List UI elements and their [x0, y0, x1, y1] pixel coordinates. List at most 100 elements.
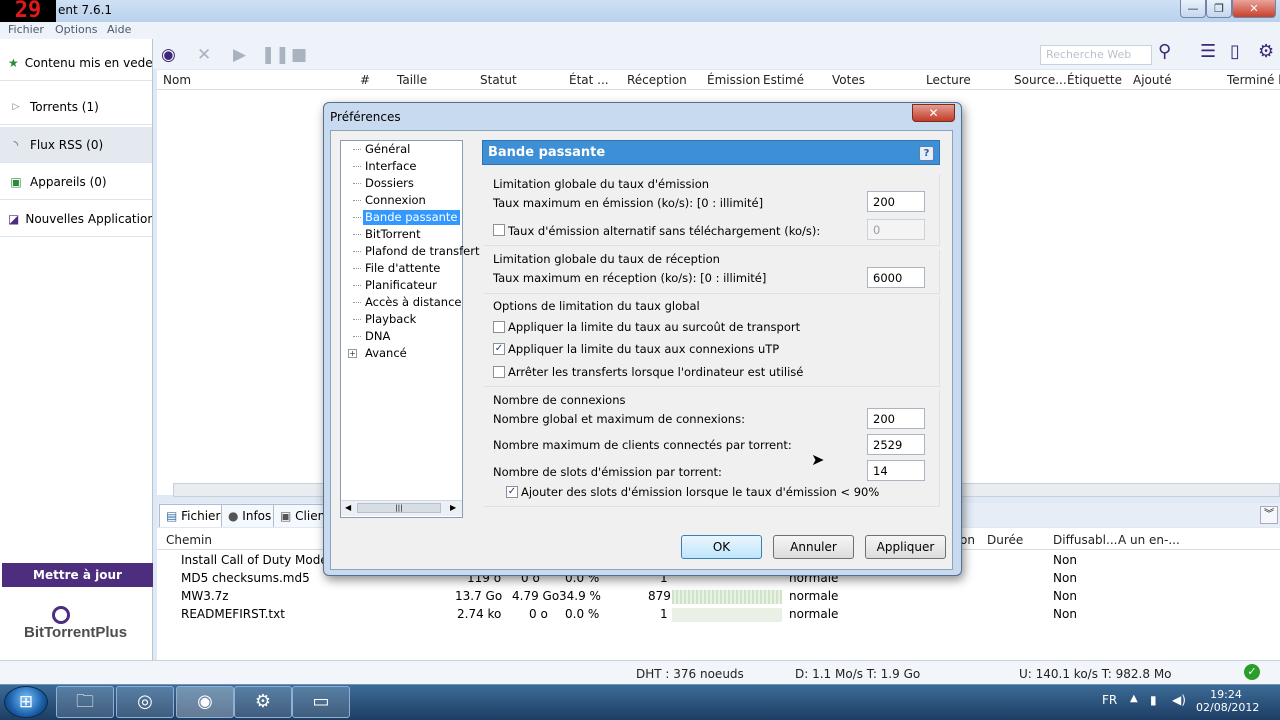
- col-path[interactable]: Chemin: [166, 533, 212, 547]
- start-icon[interactable]: ▶: [233, 45, 246, 65]
- scroll-left-icon[interactable]: ◀: [345, 503, 351, 512]
- col-download[interactable]: Réception: [627, 73, 687, 87]
- tab-info[interactable]: ● Infos: [221, 504, 279, 527]
- alt-upload-input[interactable]: 0: [867, 219, 925, 240]
- peers-per-torrent-input[interactable]: 2529: [867, 434, 925, 455]
- menu-fichier[interactable]: Fichier: [8, 23, 44, 36]
- chrome-taskbar-icon[interactable]: ◎: [116, 686, 174, 718]
- col-added[interactable]: Ajouté: [1133, 73, 1172, 87]
- stop-when-busy-checkbox[interactable]: [493, 366, 505, 378]
- max-upload-input[interactable]: 200: [867, 191, 925, 212]
- volume-icon[interactable]: ◀): [1172, 693, 1186, 707]
- minimize-button[interactable]: —: [1180, 0, 1206, 18]
- clock[interactable]: 19:24 02/08/2012: [1196, 688, 1259, 714]
- remove-icon[interactable]: ✕: [197, 45, 211, 65]
- device-view-icon[interactable]: ▯: [1230, 41, 1240, 62]
- col-status[interactable]: Statut: [480, 73, 517, 87]
- tree-item-bittorrent[interactable]: BitTorrent: [363, 227, 423, 242]
- add-rss-icon[interactable]: ◉: [161, 45, 176, 65]
- tray-expand-icon[interactable]: ▲: [1130, 693, 1138, 704]
- search-input[interactable]: Recherche Web: [1040, 45, 1152, 65]
- help-icon[interactable]: ?: [919, 146, 934, 161]
- tree-item-general[interactable]: Général: [363, 142, 412, 157]
- utorrent-taskbar-icon[interactable]: ◉: [176, 686, 234, 718]
- tree-item-queue[interactable]: File d'attente: [363, 261, 442, 276]
- close-button[interactable]: ✕: [1232, 0, 1276, 18]
- sidebar-item-apps[interactable]: ◪ Nouvelles Applications: [0, 201, 152, 237]
- upload-slots-input[interactable]: 14: [867, 460, 925, 481]
- pause-icon[interactable]: ❚❚: [261, 45, 290, 65]
- col-size[interactable]: Taille: [397, 73, 427, 87]
- file-pieces: 879: [648, 589, 671, 603]
- tab-label: Fichiers: [181, 509, 227, 523]
- col-eta[interactable]: Estimé: [763, 73, 804, 87]
- sidebar-item-featured[interactable]: ★ Contenu mis en vedette: [0, 45, 152, 81]
- stop-icon[interactable]: ■: [291, 45, 307, 65]
- tree-item-advanced[interactable]: Avancé: [363, 346, 409, 361]
- tree-item-playback[interactable]: Playback: [363, 312, 418, 327]
- col-has-header[interactable]: A un en-...: [1118, 533, 1180, 547]
- col-votes[interactable]: Votes: [832, 73, 865, 87]
- download-status[interactable]: D: 1.1 Mo/s T: 1.9 Go: [795, 667, 920, 681]
- expand-arrow-icon[interactable]: ▷: [8, 102, 24, 112]
- fraps-taskbar-icon[interactable]: ▭: [292, 686, 350, 718]
- col-streamable[interactable]: Diffusabl...: [1053, 533, 1117, 547]
- tree-item-folders[interactable]: Dossiers: [363, 176, 416, 191]
- tree-item-connection[interactable]: Connexion: [363, 193, 428, 208]
- tree-scrollbar[interactable]: ◀ ||| ▶: [341, 500, 462, 516]
- network-ok-icon[interactable]: ✓: [1244, 664, 1260, 680]
- power-icon[interactable]: ▮: [1150, 693, 1157, 707]
- max-download-input[interactable]: 6000: [867, 267, 925, 288]
- search-icon[interactable]: ⚲: [1158, 41, 1171, 62]
- tree-item-remote[interactable]: Accès à distance: [363, 295, 463, 310]
- sidebar-item-torrents[interactable]: ▷ Torrents (1): [0, 89, 152, 125]
- list-view-icon[interactable]: ☰: [1200, 41, 1216, 62]
- col-duration[interactable]: Durée: [987, 533, 1023, 547]
- clock-time: 19:24: [1210, 688, 1242, 701]
- table-row[interactable]: READMEFIRST.txt 2.74 ko 0 o 0.0 % 1 norm…: [157, 606, 1280, 624]
- update-button[interactable]: Mettre à jour: [2, 563, 153, 587]
- ok-button[interactable]: OK: [681, 535, 762, 559]
- file-priority: normale: [789, 607, 839, 621]
- col-state[interactable]: État ...: [569, 73, 609, 87]
- menu-options[interactable]: Options: [55, 23, 97, 36]
- col-upload[interactable]: Émission: [707, 73, 760, 87]
- file-name: MD5 checksums.md5: [181, 571, 310, 585]
- collapse-panel-icon[interactable]: ︾: [1260, 506, 1278, 524]
- col-completed[interactable]: Terminé le: [1227, 73, 1280, 87]
- scroll-thumb[interactable]: |||: [357, 503, 441, 513]
- bittorrent-plus-logo[interactable]: BitTorrentPlus: [18, 606, 138, 646]
- dialog-close-button[interactable]: ✕: [912, 104, 955, 122]
- overhead-limit-checkbox[interactable]: [493, 321, 505, 333]
- tree-item-transfer-cap[interactable]: Plafond de transfert: [363, 244, 481, 259]
- tree-item-interface[interactable]: Interface: [363, 159, 419, 174]
- cancel-button[interactable]: Annuler: [773, 535, 854, 559]
- utp-limit-checkbox[interactable]: ✓: [493, 343, 505, 355]
- col-name[interactable]: Nom: [163, 73, 191, 87]
- table-row[interactable]: MW3.7z 13.7 Go 4.79 Go 34.9 % 879 normal…: [157, 588, 1280, 606]
- apply-button[interactable]: Appliquer: [865, 535, 946, 559]
- tree-expand-icon[interactable]: +: [348, 349, 357, 358]
- maximize-button[interactable]: ❐: [1206, 0, 1232, 18]
- explorer-taskbar-icon[interactable]: 🗀: [56, 686, 114, 718]
- col-sources[interactable]: Source...: [1014, 73, 1067, 87]
- global-connections-input[interactable]: 200: [867, 408, 925, 429]
- scroll-right-icon[interactable]: ▶: [450, 503, 456, 512]
- col-playback[interactable]: Lecture: [926, 73, 971, 87]
- sidebar-item-devices[interactable]: ▣ Appareils (0): [0, 164, 152, 200]
- sidebar-item-rss[interactable]: ◝ Flux RSS (0): [0, 127, 152, 163]
- start-button[interactable]: ⊞: [4, 686, 48, 718]
- tree-item-bandwidth[interactable]: Bande passante: [363, 210, 460, 225]
- cheat-engine-taskbar-icon[interactable]: ⚙: [234, 686, 292, 718]
- tree-item-scheduler[interactable]: Planificateur: [363, 278, 439, 293]
- extra-slots-checkbox[interactable]: ✓: [506, 486, 518, 498]
- alt-upload-checkbox[interactable]: [493, 224, 505, 236]
- settings-gear-icon[interactable]: ⚙: [1258, 41, 1274, 62]
- language-indicator[interactable]: FR: [1102, 693, 1117, 707]
- menu-aide[interactable]: Aide: [107, 23, 131, 36]
- tree-item-dna[interactable]: DNA: [363, 329, 392, 344]
- upload-status[interactable]: U: 140.1 ko/s T: 982.8 Mo: [1019, 667, 1172, 681]
- col-label[interactable]: Étiquette: [1067, 73, 1122, 87]
- col-on[interactable]: on: [960, 533, 975, 547]
- col-number[interactable]: #: [360, 73, 370, 87]
